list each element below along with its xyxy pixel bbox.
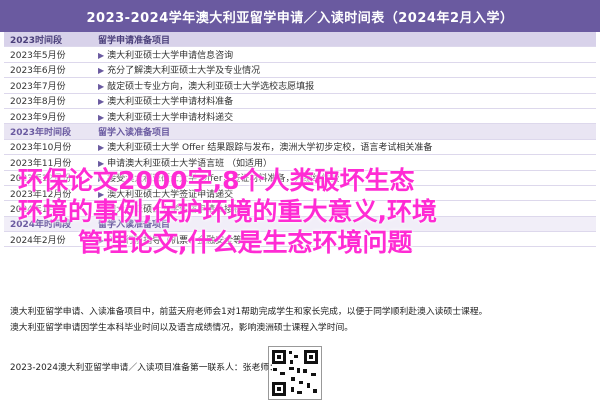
arrow-right-icon: ▶ bbox=[98, 112, 105, 122]
row-item-text: 澳大利亚硕士大学申请信息咨询 bbox=[107, 51, 234, 62]
page-title: 2023-2024学年澳大利亚留学申请／入读时间表（2024年2月入学） bbox=[0, 0, 600, 32]
row-item-text: 充分了解澳大利亚硕士大学及专业情况 bbox=[107, 66, 261, 77]
note-1: 澳大利亚留学申请、入读准备项目中，前蓝天府老师会1对1帮助完成学生和家长完成，以… bbox=[10, 307, 488, 317]
row-item: ▶ 敲定硕士专业方向，澳大利亚硕士大学选校志愿填报 bbox=[94, 79, 596, 92]
qr-code-icon bbox=[268, 346, 322, 400]
arrow-right-icon: ▶ bbox=[98, 143, 105, 153]
row-item: ▶ 澳大利亚硕士大学申请信息咨询 bbox=[94, 48, 596, 61]
footer-contact: 2023-2024澳大利亚留学申请／入读项目准备第一联系人：张老师： bbox=[10, 363, 278, 373]
page: 2023-2024学年澳大利亚留学申请／入读时间表（2024年2月入学） 202… bbox=[0, 0, 600, 417]
overlay-line-2: 环境的事例,保护环境的重大意义,环境 bbox=[18, 197, 437, 226]
table-row: 2023年7月份 ▶ 敲定硕士专业方向，澳大利亚硕士大学选校志愿填报 bbox=[4, 78, 596, 94]
qr-code-graphic bbox=[272, 350, 318, 396]
row-time: 2023年8月份 bbox=[10, 97, 66, 108]
row-item: ▶ 澳大利亚硕士大学 Offer 结果跟踪与发布，澳洲大学初步定校，语言考试相关准… bbox=[94, 140, 596, 153]
row-time: 2023年10月份 bbox=[10, 143, 72, 154]
table-header: 2023时间段 留学申请准备项目 bbox=[4, 32, 596, 48]
note-2: 澳大利亚留学申请因学生本科毕业时间以及语言成绩情况，影响澳洲硕士课程入学时间。 bbox=[10, 322, 354, 333]
arrow-right-icon: ▶ bbox=[98, 97, 105, 107]
section2-col2: 留学入读准备项目 bbox=[98, 128, 171, 139]
notes: 澳大利亚留学申请、入读准备项目中，前蓝天府老师会1对1帮助完成学生和家长完成，以… bbox=[10, 305, 595, 336]
section-header-2: 2023年时间段 留学入读准备项目 bbox=[4, 124, 596, 140]
row-item-text: 澳大利亚硕士大学 Offer 结果跟踪与发布，澳洲大学初步定校，语言考试相关准备 bbox=[107, 143, 433, 154]
arrow-right-icon: ▶ bbox=[98, 51, 105, 61]
table-row: 2023年6月份 ▶ 充分了解澳大利亚硕士大学及专业情况 bbox=[4, 63, 596, 79]
row-item-text: 澳大利亚硕士大学申请材料递交 bbox=[107, 112, 234, 123]
row-item: ▶ 澳大利亚硕士大学申请材料递交 bbox=[94, 110, 596, 123]
overlay-line-3: 管理论文,什么是生态环境问题 bbox=[78, 228, 413, 257]
row-item-text: 敲定硕士专业方向，澳大利亚硕士大学选校志愿填报 bbox=[107, 81, 315, 92]
header-col2: 留学申请准备项目 bbox=[98, 35, 171, 46]
table-row: 2023年8月份 ▶ 澳大利亚硕士大学申请材料准备 bbox=[4, 94, 596, 109]
table-row: 2023年5月份 ▶ 澳大利亚硕士大学申请信息咨询 bbox=[4, 47, 596, 63]
table-row: 2023年10月份 ▶ 澳大利亚硕士大学 Offer 结果跟踪与发布，澳洲大学初步定… bbox=[4, 140, 596, 156]
arrow-right-icon: ▶ bbox=[98, 81, 105, 91]
table-row: 2023年9月份 ▶ 澳大利亚硕士大学申请材料递交 bbox=[4, 109, 596, 125]
section2-col1: 2023年时间段 bbox=[10, 128, 72, 139]
overlay-line-1: 环保论文2000字,8个人类破坏生态 bbox=[18, 166, 415, 195]
header-col1: 2023时间段 bbox=[10, 35, 63, 46]
row-time: 2023年9月份 bbox=[10, 112, 66, 123]
row-time: 2023年6月份 bbox=[10, 66, 66, 77]
row-time: 2023年7月份 bbox=[10, 81, 66, 92]
row-time: 2023年5月份 bbox=[10, 51, 66, 62]
row-item: ▶ 充分了解澳大利亚硕士大学及专业情况 bbox=[94, 63, 596, 76]
row-item: ▶ 澳大利亚硕士大学申请材料准备 bbox=[94, 94, 596, 107]
row-item-text: 澳大利亚硕士大学申请材料准备 bbox=[107, 97, 234, 108]
overlay-watermark-text: 环保论文2000字,8个人类破坏生态 环境的事例,保护环境的重大意义,环境 管理… bbox=[18, 165, 598, 258]
arrow-right-icon: ▶ bbox=[98, 66, 105, 76]
